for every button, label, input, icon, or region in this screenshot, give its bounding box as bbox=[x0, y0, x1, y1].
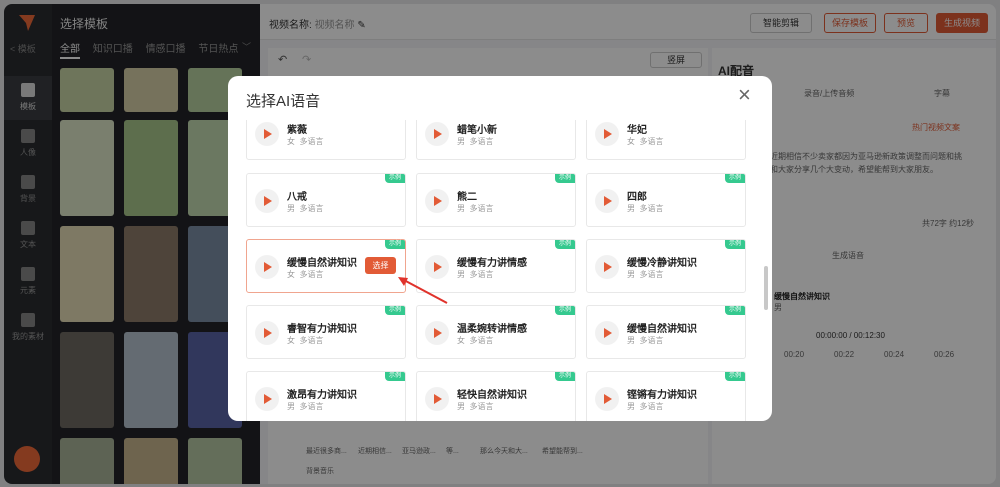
voice-gender: 男 bbox=[627, 336, 635, 345]
sample-badge: 示例 bbox=[555, 372, 575, 381]
play-icon[interactable] bbox=[425, 387, 449, 411]
scrollbar-thumb[interactable] bbox=[764, 266, 768, 310]
voice-gender: 男 bbox=[287, 402, 295, 411]
play-icon[interactable] bbox=[595, 189, 619, 213]
voice-card[interactable]: 示例 缓慢有力讲情感男 多语言 bbox=[416, 239, 576, 293]
voice-card[interactable]: 蜡笔小新男 多语言 bbox=[416, 120, 576, 160]
voice-gender: 男 bbox=[627, 270, 635, 279]
voice-lang: 多语言 bbox=[639, 336, 664, 345]
voice-lang: 多语言 bbox=[469, 204, 494, 213]
voice-card[interactable]: 示例 熊二男 多语言 bbox=[416, 173, 576, 227]
voice-card[interactable]: 示例 四郎男 多语言 bbox=[586, 173, 746, 227]
sample-badge: 示例 bbox=[385, 372, 405, 381]
play-icon[interactable] bbox=[595, 122, 619, 146]
voice-lang: 多语言 bbox=[639, 204, 664, 213]
voice-gender: 女 bbox=[287, 270, 295, 279]
voice-gender: 女 bbox=[287, 137, 295, 146]
voice-gender: 男 bbox=[457, 137, 465, 146]
play-icon[interactable] bbox=[255, 387, 279, 411]
play-icon[interactable] bbox=[425, 321, 449, 345]
play-icon[interactable] bbox=[255, 122, 279, 146]
voice-lang: 多语言 bbox=[639, 270, 664, 279]
voice-gender: 女 bbox=[287, 336, 295, 345]
voice-gender: 男 bbox=[627, 204, 635, 213]
play-icon[interactable] bbox=[255, 255, 279, 279]
voice-lang: 多语言 bbox=[639, 402, 664, 411]
sample-badge: 示例 bbox=[725, 240, 745, 249]
sample-badge: 示例 bbox=[555, 306, 575, 315]
voice-gender: 男 bbox=[457, 270, 465, 279]
sample-badge: 示例 bbox=[555, 174, 575, 183]
play-icon[interactable] bbox=[595, 255, 619, 279]
voice-lang: 多语言 bbox=[469, 402, 494, 411]
voice-lang: 多语言 bbox=[299, 270, 324, 279]
play-icon[interactable] bbox=[255, 321, 279, 345]
voice-card[interactable]: 示例 激昂有力讲知识男 多语言 bbox=[246, 371, 406, 421]
voice-lang: 多语言 bbox=[299, 137, 324, 146]
voice-card[interactable]: 华妃女 多语言 bbox=[586, 120, 746, 160]
voice-lang: 多语言 bbox=[299, 336, 324, 345]
voice-lang: 多语言 bbox=[299, 204, 324, 213]
voice-lang: 多语言 bbox=[469, 270, 494, 279]
sample-badge: 示例 bbox=[385, 174, 405, 183]
voice-lang: 多语言 bbox=[639, 137, 664, 146]
voice-gender: 男 bbox=[287, 204, 295, 213]
voice-lang: 多语言 bbox=[469, 137, 494, 146]
voice-card[interactable]: 示例 温柔婉转讲情感女 多语言 bbox=[416, 305, 576, 359]
choose-button[interactable]: 选择 bbox=[365, 257, 396, 274]
close-icon[interactable]: × bbox=[738, 84, 751, 106]
voice-card[interactable]: 示例 八戒男 多语言 bbox=[246, 173, 406, 227]
play-icon[interactable] bbox=[425, 189, 449, 213]
voice-card[interactable]: 示例 铿锵有力讲知识男 多语言 bbox=[586, 371, 746, 421]
voice-card[interactable]: 示例 轻快自然讲知识男 多语言 bbox=[416, 371, 576, 421]
voice-card-selected[interactable]: 示例 缓慢自然讲知识女 多语言 选择 bbox=[246, 239, 406, 293]
play-icon[interactable] bbox=[425, 255, 449, 279]
sample-badge: 示例 bbox=[725, 174, 745, 183]
voice-lang: 多语言 bbox=[299, 402, 324, 411]
play-icon[interactable] bbox=[255, 189, 279, 213]
voice-gender: 男 bbox=[627, 402, 635, 411]
voice-gender: 女 bbox=[457, 336, 465, 345]
play-icon[interactable] bbox=[595, 387, 619, 411]
voice-lang: 多语言 bbox=[469, 336, 494, 345]
voice-gender: 男 bbox=[457, 402, 465, 411]
voice-card[interactable]: 紫薇女 多语言 bbox=[246, 120, 406, 160]
select-ai-voice-dialog: 选择AI语音 × 紫薇女 多语言 蜡笔小新男 多语言 华妃女 多语言 示例 八戒男… bbox=[228, 76, 772, 421]
voice-gender: 男 bbox=[457, 204, 465, 213]
voice-gender: 女 bbox=[627, 137, 635, 146]
play-icon[interactable] bbox=[595, 321, 619, 345]
sample-badge: 示例 bbox=[555, 240, 575, 249]
voice-card[interactable]: 示例 睿智有力讲知识女 多语言 bbox=[246, 305, 406, 359]
dialog-title: 选择AI语音 bbox=[246, 93, 321, 110]
sample-badge: 示例 bbox=[725, 306, 745, 315]
voice-card[interactable]: 示例 缓慢冷静讲知识男 多语言 bbox=[586, 239, 746, 293]
play-icon[interactable] bbox=[425, 122, 449, 146]
sample-badge: 示例 bbox=[385, 240, 405, 249]
sample-badge: 示例 bbox=[385, 306, 405, 315]
voice-list: 紫薇女 多语言 蜡笔小新男 多语言 华妃女 多语言 示例 八戒男 多语言 示例 熊二… bbox=[228, 120, 772, 421]
voice-card[interactable]: 示例 缓慢自然讲知识男 多语言 bbox=[586, 305, 746, 359]
sample-badge: 示例 bbox=[725, 372, 745, 381]
